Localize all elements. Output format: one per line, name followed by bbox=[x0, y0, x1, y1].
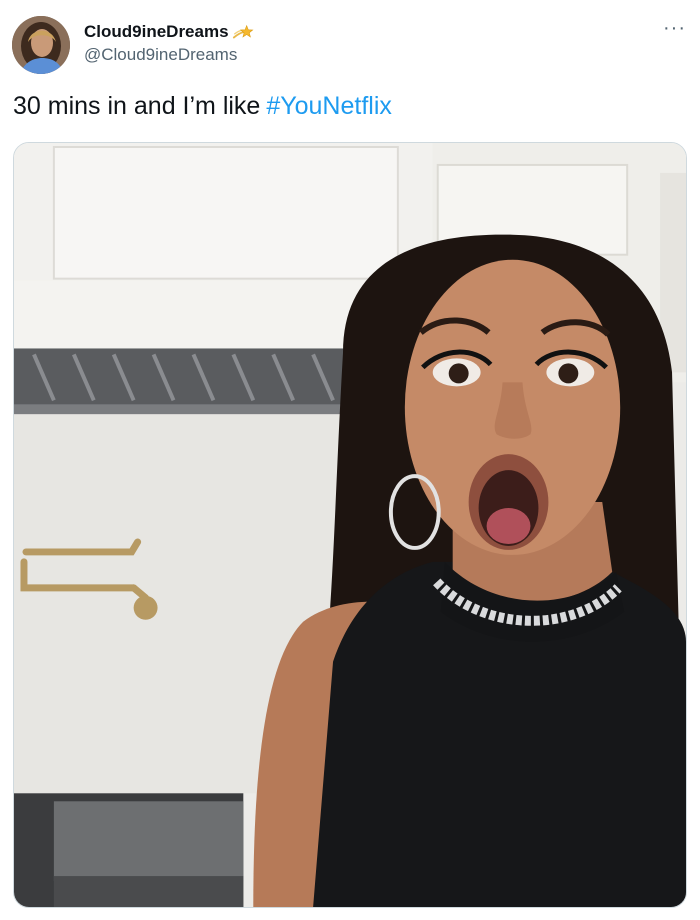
display-name-text: Cloud9ineDreams bbox=[84, 22, 229, 41]
tweet-card[interactable]: Cloud9ineDreams @Cloud9ineDreams ··· 30 … bbox=[0, 0, 700, 920]
user-handle[interactable]: @Cloud9ineDreams bbox=[84, 45, 237, 65]
photo-image bbox=[14, 143, 686, 907]
tweet-photo[interactable] bbox=[13, 142, 687, 908]
avatar[interactable] bbox=[12, 16, 70, 74]
avatar-image bbox=[12, 16, 70, 74]
hashtag-link[interactable]: #YouNetflix bbox=[266, 92, 392, 120]
shooting-star-icon bbox=[232, 21, 254, 43]
display-name[interactable]: Cloud9ineDreams bbox=[84, 21, 254, 43]
tweet-text-body: 30 mins in and I’m like bbox=[13, 92, 261, 120]
more-horizontal-icon[interactable]: ··· bbox=[663, 18, 686, 38]
tweet-text: 30 mins in and I’m like #YouNetflix bbox=[13, 92, 392, 121]
